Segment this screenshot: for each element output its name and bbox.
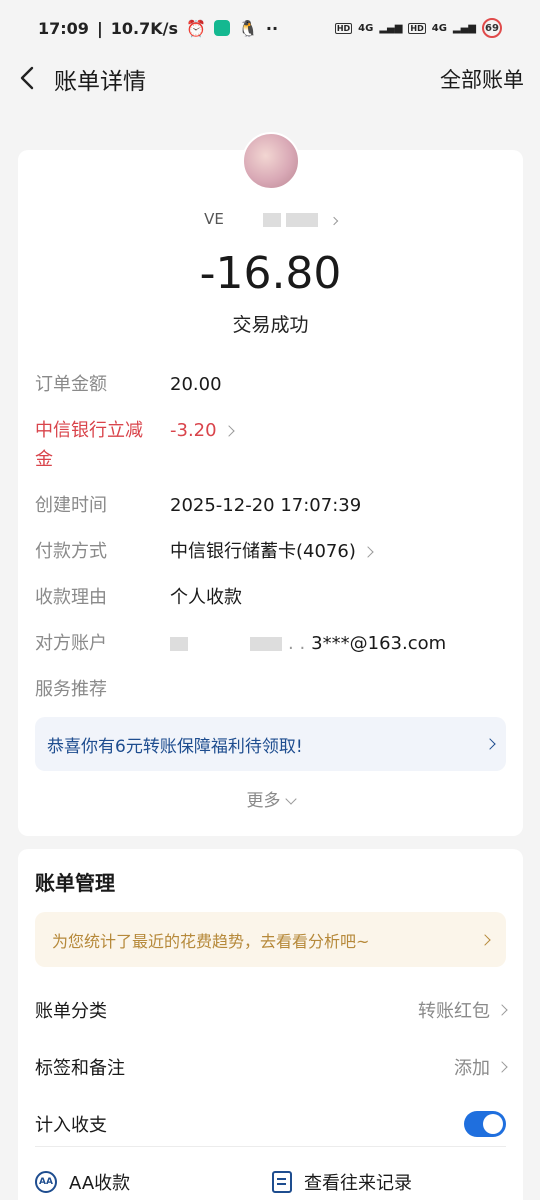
detail-value-wrap: -3.20 xyxy=(170,416,235,445)
row-value-wrap: 添加 xyxy=(454,1054,508,1080)
detail-value: 中信银行储蓄卡(4076) xyxy=(170,541,356,562)
chevron-right-icon xyxy=(222,424,235,437)
net-speed: 10.7K/s xyxy=(110,18,179,38)
detail-label: 创建时间 xyxy=(35,495,107,516)
detail-row-payment-method[interactable]: 付款方式 中信银行储蓄卡(4076) xyxy=(35,537,374,566)
detail-label: 订单金额 xyxy=(35,374,107,395)
include-in-budget-row: 计入收支 xyxy=(35,1111,506,1137)
signal-4g-icon: 4G xyxy=(358,22,374,34)
payee-mask-gap xyxy=(228,212,259,227)
bill-detail-card: VE -16.80 交易成功 订单金额 20.00 中信银行立减金 -3.20 … xyxy=(18,132,523,836)
chevron-right-icon xyxy=(362,545,374,558)
row-value: 添加 xyxy=(454,1058,490,1079)
payee-prefix: VE xyxy=(204,210,224,228)
alarm-icon: ⏰ xyxy=(186,18,206,38)
detail-value-wrap: . . 3***@163.com xyxy=(170,629,446,658)
detail-label: 付款方式 xyxy=(35,541,107,562)
hd-icon: HD xyxy=(334,22,353,34)
signal-bars-icon: ▂▄▆ xyxy=(379,22,403,34)
more-dots-icon: ·· xyxy=(265,18,279,38)
nav-bar: 账单详情 全部账单 xyxy=(0,56,540,102)
category-row[interactable]: 账单分类 转账红包 xyxy=(35,997,508,1023)
detail-value: 2025-12-20 17:07:39 xyxy=(170,495,362,516)
detail-value: 3***@163.com xyxy=(311,633,447,654)
action-label: 查看往来记录 xyxy=(304,1173,412,1194)
chevron-down-icon xyxy=(284,793,297,805)
detail-row-reason: 收款理由 个人收款 xyxy=(35,583,242,612)
signal-bars-icon-2: ▂▄▆ xyxy=(452,22,476,34)
detail-label: 服务推荐 xyxy=(35,679,107,700)
row-value-wrap: 转账红包 xyxy=(418,997,508,1023)
insight-text: 为您统计了最近的花费趋势，去看看分析吧~ xyxy=(52,931,370,951)
status-right: HD 4G ▂▄▆ HD 4G ▂▄▆ 69 xyxy=(334,18,502,38)
chevron-right-icon xyxy=(484,738,496,750)
row-label: 标签和备注 xyxy=(35,1058,125,1079)
tags-notes-row[interactable]: 标签和备注 添加 xyxy=(35,1054,508,1080)
transaction-amount: -16.80 xyxy=(199,248,342,299)
bill-management-card: 账单管理 为您统计了最近的花费趋势，去看看分析吧~ 账单分类 转账红包 标签和备… xyxy=(18,849,523,1200)
detail-value: 20.00 xyxy=(170,374,222,395)
account-ellipsis: . . xyxy=(288,633,306,654)
detail-row-counterparty: 对方账户 . . 3***@163.com xyxy=(35,629,446,658)
transaction-status: 交易成功 xyxy=(232,314,309,336)
more-label: 更多 xyxy=(246,791,281,811)
account-mask-1 xyxy=(170,636,188,651)
hd-icon-2: HD xyxy=(408,22,426,34)
payee-mask-2 xyxy=(286,212,319,227)
shield-icon xyxy=(213,20,230,36)
clock: 17:09 xyxy=(38,18,89,38)
detail-value-wrap: 中信银行储蓄卡(4076) xyxy=(170,537,374,566)
promo-banner[interactable]: 恭喜你有6元转账保障福利待领取! xyxy=(35,717,506,771)
payee-name[interactable]: VE xyxy=(18,210,523,228)
penguin-icon: 🐧 xyxy=(237,18,258,38)
back-arrow-icon[interactable] xyxy=(14,62,44,94)
all-bills-link[interactable]: 全部账单 xyxy=(440,64,524,94)
signal-4g-icon-2: 4G xyxy=(431,22,447,34)
detail-row-order-amount: 订单金额 20.00 xyxy=(35,370,222,399)
divider xyxy=(35,1146,506,1147)
detail-label: 中信银行立减金 xyxy=(35,420,143,470)
view-history-button[interactable]: 查看往来记录 xyxy=(272,1169,412,1195)
avatar[interactable] xyxy=(242,132,300,190)
spending-insight-banner[interactable]: 为您统计了最近的花费趋势，去看看分析吧~ xyxy=(35,912,506,967)
chevron-right-icon xyxy=(496,1004,508,1016)
aa-collect-button[interactable]: AA AA收款 xyxy=(35,1169,130,1195)
detail-row-services: 服务推荐 xyxy=(35,675,170,704)
row-value: 转账红包 xyxy=(418,1001,490,1022)
row-label: 账单分类 xyxy=(35,1001,107,1022)
status-left: 17:09 | 10.7K/s ⏰ 🐧 ·· xyxy=(38,19,278,38)
page-title: 账单详情 xyxy=(54,69,146,95)
detail-row-created: 创建时间 2025-12-20 17:07:39 xyxy=(35,491,361,520)
payee-chevron-icon xyxy=(329,216,339,226)
separator: | xyxy=(96,18,103,38)
payee-mask-1 xyxy=(263,212,282,227)
more-button[interactable]: 更多 xyxy=(18,786,523,811)
account-mask-2 xyxy=(250,636,282,651)
chevron-right-icon xyxy=(479,933,491,946)
battery-icon: 69 xyxy=(482,18,502,38)
detail-value: 个人收款 xyxy=(170,587,242,608)
include-toggle[interactable] xyxy=(464,1111,506,1137)
detail-label: 收款理由 xyxy=(35,587,107,608)
detail-row-discount[interactable]: 中信银行立减金 -3.20 xyxy=(35,416,235,474)
chevron-right-icon xyxy=(496,1061,508,1073)
status-bar: 17:09 | 10.7K/s ⏰ 🐧 ·· HD 4G ▂▄▆ HD 4G ▂… xyxy=(0,0,540,56)
action-label: AA收款 xyxy=(69,1173,131,1194)
section-title: 账单管理 xyxy=(35,871,115,895)
row-label: 计入收支 xyxy=(35,1115,107,1136)
detail-value: -3.20 xyxy=(170,420,217,441)
aa-icon: AA xyxy=(35,1171,57,1193)
promo-text: 恭喜你有6元转账保障福利待领取! xyxy=(47,736,303,757)
detail-label: 对方账户 xyxy=(35,633,107,654)
records-icon xyxy=(272,1171,292,1193)
